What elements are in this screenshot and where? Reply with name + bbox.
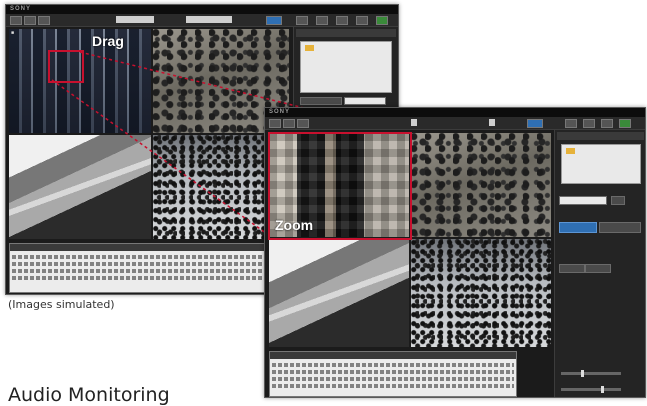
table-row[interactable] bbox=[12, 276, 288, 280]
slider-handle[interactable] bbox=[601, 386, 604, 393]
panel-slider[interactable] bbox=[561, 386, 621, 393]
toolbar-button[interactable] bbox=[316, 16, 328, 25]
toolbar-button[interactable] bbox=[38, 16, 50, 25]
toolbar-button[interactable] bbox=[10, 16, 22, 25]
folder-icon bbox=[566, 148, 575, 154]
panel-slider[interactable] bbox=[561, 370, 621, 377]
folder-icon bbox=[305, 45, 314, 51]
toolbar-button[interactable] bbox=[583, 119, 595, 128]
panel-button[interactable] bbox=[300, 97, 342, 105]
brand-logo: SONY bbox=[10, 6, 32, 12]
toolbar-field[interactable] bbox=[411, 119, 417, 126]
zoom-label: Zoom bbox=[275, 217, 314, 233]
camera-tree[interactable] bbox=[561, 144, 641, 184]
panel-blue-button[interactable] bbox=[559, 222, 597, 233]
side-panel bbox=[554, 130, 645, 397]
camera-label: ■ bbox=[11, 30, 15, 36]
toolbar-button[interactable] bbox=[565, 119, 577, 128]
event-log[interactable] bbox=[269, 351, 517, 397]
toolbar bbox=[6, 14, 398, 27]
brand-logo: SONY bbox=[269, 109, 291, 115]
window-title-bar: SONY bbox=[265, 108, 645, 117]
toolbar-button[interactable] bbox=[24, 16, 36, 25]
toolbar-button[interactable] bbox=[266, 16, 282, 25]
table-row[interactable] bbox=[272, 370, 514, 374]
toolbar-button[interactable] bbox=[356, 16, 368, 25]
toolbar-button[interactable] bbox=[269, 119, 281, 128]
camera-view-crowd[interactable] bbox=[411, 133, 551, 237]
toolbar-button[interactable] bbox=[297, 119, 309, 128]
drag-selection-rectangle[interactable] bbox=[48, 50, 84, 83]
slider-handle[interactable] bbox=[581, 370, 584, 377]
panel-header bbox=[557, 132, 644, 140]
camera-tree[interactable] bbox=[300, 41, 392, 93]
toolbar-button[interactable] bbox=[601, 119, 613, 128]
toolbar-button[interactable] bbox=[296, 16, 308, 25]
panel-tab[interactable] bbox=[585, 264, 611, 273]
panel-header bbox=[296, 29, 396, 37]
window-title-bar: SONY bbox=[6, 5, 398, 14]
toolbar-field[interactable] bbox=[116, 16, 154, 23]
panel-button[interactable] bbox=[559, 196, 607, 205]
event-log-header bbox=[10, 244, 290, 251]
event-log-header bbox=[270, 352, 516, 359]
toolbar bbox=[265, 117, 645, 130]
table-row[interactable] bbox=[12, 269, 288, 273]
camera-view-highway[interactable] bbox=[269, 239, 409, 347]
toolbar-button[interactable] bbox=[619, 119, 631, 128]
camera-view-plaza[interactable] bbox=[411, 239, 551, 347]
panel-button[interactable] bbox=[599, 222, 641, 233]
panel-button[interactable] bbox=[611, 196, 625, 205]
table-row[interactable] bbox=[12, 262, 288, 266]
table-row[interactable] bbox=[272, 363, 514, 367]
table-row[interactable] bbox=[12, 255, 288, 259]
toolbar-field[interactable] bbox=[186, 16, 232, 23]
table-row[interactable] bbox=[272, 377, 514, 381]
toolbar-button[interactable] bbox=[336, 16, 348, 25]
event-log[interactable] bbox=[9, 243, 291, 293]
toolbar-button[interactable] bbox=[283, 119, 295, 128]
panel-button[interactable] bbox=[344, 97, 386, 105]
toolbar-field[interactable] bbox=[489, 119, 495, 126]
caption: (Images simulated) bbox=[8, 298, 115, 311]
toolbar-button[interactable] bbox=[527, 119, 543, 128]
drag-label: Drag bbox=[92, 33, 124, 49]
camera-view-highway[interactable] bbox=[9, 135, 151, 239]
section-heading: Audio Monitoring bbox=[8, 384, 170, 406]
toolbar-button[interactable] bbox=[376, 16, 388, 25]
panel-tab[interactable] bbox=[559, 264, 585, 273]
table-row[interactable] bbox=[272, 384, 514, 388]
